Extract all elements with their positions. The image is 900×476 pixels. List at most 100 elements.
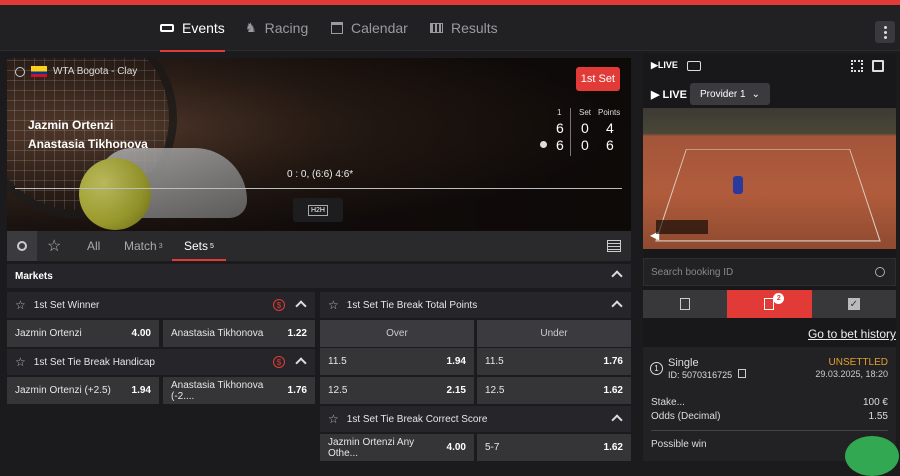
odds-set-winner-p2[interactable]: Anastasia Tikhonova 1.22: [163, 320, 315, 347]
col-over: Over: [320, 320, 474, 347]
p1-set1-score: 6: [556, 120, 564, 136]
market-tabs: ☆ All Match 3 Sets 5: [7, 231, 631, 261]
tab-all[interactable]: All: [87, 231, 100, 261]
divider: [651, 430, 888, 431]
stake-value: 100 €: [862, 397, 888, 408]
current-set-button[interactable]: 1st Set: [575, 67, 620, 91]
odds-under-11-5[interactable]: 11.5 1.76: [477, 348, 631, 375]
betslip-tabs: 2 ✓: [643, 290, 896, 318]
odds-tb-handicap-p2[interactable]: Anastasia Tikhonova (-2.... 1.76: [163, 377, 315, 404]
odds-under-12-5[interactable]: 12.5 1.62: [477, 377, 631, 404]
chat-button[interactable]: [845, 436, 899, 476]
serve-indicator-icon: [540, 141, 547, 148]
market-set-winner-header[interactable]: ☆ 1st Set Winner $: [7, 292, 315, 318]
odds-over-12-5[interactable]: 12.5 2.15: [320, 377, 474, 404]
market-tb-total-header[interactable]: ☆ 1st Set Tie Break Total Points: [320, 292, 631, 318]
tab-settled-bets[interactable]: ✓: [811, 290, 896, 318]
list-view-icon[interactable]: [607, 240, 621, 252]
nav-calendar[interactable]: Calendar: [331, 5, 408, 51]
markets-header[interactable]: Markets: [7, 264, 631, 288]
collapse-icon[interactable]: [611, 414, 623, 426]
col-under: Under: [477, 320, 631, 347]
nav-results[interactable]: Results: [430, 5, 498, 51]
top-nav: Events ♞ Racing Calendar Results: [0, 5, 900, 52]
star-icon[interactable]: ☆: [328, 412, 339, 426]
tab-sets[interactable]: Sets 5: [172, 231, 226, 261]
stream-toolbar: ▶LIVE: [643, 56, 896, 78]
p1-set-score: 0: [581, 120, 589, 136]
popout-icon[interactable]: [872, 60, 884, 72]
horse-icon: ♞: [245, 20, 257, 35]
collapse-icon[interactable]: [295, 357, 307, 369]
colombia-flag-icon: [31, 66, 47, 77]
tab-betslip[interactable]: [643, 290, 728, 318]
player2-name: Anastasia Tikhonova: [28, 137, 148, 151]
match-hero: WTA Bogota - Clay 1st Set Jazmin Ortenzi…: [7, 58, 631, 231]
possible-win-label: Possible win: [651, 439, 707, 450]
player-figure: [733, 176, 743, 194]
odds-tb-handicap-p1[interactable]: Jazmin Ortenzi (+2.5) 1.94: [7, 377, 159, 404]
player1-name: Jazmin Ortenzi: [28, 118, 114, 132]
more-menu-button[interactable]: [875, 21, 895, 43]
calendar-icon: [331, 22, 343, 34]
collapse-icon[interactable]: [611, 300, 623, 312]
search-button[interactable]: [7, 231, 37, 261]
scoreboard-icon[interactable]: [687, 61, 701, 71]
fullscreen-icon[interactable]: [851, 60, 863, 72]
search-icon: [875, 267, 885, 277]
odds-set-winner-p1[interactable]: Jazmin Ortenzi 4.00: [7, 320, 159, 347]
live-video[interactable]: ◀: [643, 108, 896, 249]
results-icon: [430, 23, 443, 33]
nav-racing[interactable]: ♞ Racing: [245, 5, 308, 51]
game-state: 0 : 0, (6:6) 4:6*: [287, 169, 354, 180]
odds-correct-5-7[interactable]: 5-7 1.62: [477, 434, 631, 461]
star-icon: ☆: [47, 238, 62, 255]
stake-label: Stake...: [651, 397, 685, 408]
star-icon[interactable]: ☆: [15, 298, 26, 312]
tab-open-bets[interactable]: 2: [727, 290, 812, 318]
bet-id: ID: 5070316725: [668, 369, 746, 380]
tournament-label[interactable]: WTA Bogota - Clay: [15, 66, 137, 77]
header-set1: 1: [557, 108, 562, 117]
collapse-icon: [611, 270, 623, 282]
p2-set1-score: 6: [556, 137, 564, 153]
odds-correct-any-other[interactable]: Jazmin Ortenzi Any Othe... 4.00: [320, 434, 474, 461]
tennis-icon: [15, 66, 25, 77]
h2h-button[interactable]: H2H: [293, 198, 343, 222]
open-bets-badge: 2: [773, 293, 785, 304]
tab-match[interactable]: Match 3: [124, 231, 163, 261]
chevron-down-icon: ⌄: [751, 88, 760, 100]
collapse-icon[interactable]: [295, 300, 307, 312]
favorites-tab[interactable]: ☆: [47, 231, 61, 261]
header-set: Set: [579, 108, 592, 117]
p2-set-score: 0: [581, 137, 589, 153]
live-icon[interactable]: ▶LIVE: [651, 60, 678, 71]
bet-status: UNSETTLED: [828, 357, 888, 368]
odds-over-11-5[interactable]: 11.5 1.94: [320, 348, 474, 375]
star-icon[interactable]: ☆: [328, 298, 339, 312]
list-icon: [680, 298, 691, 310]
live-badge: ▶ LIVE: [651, 89, 687, 101]
booking-search-input[interactable]: Search booking ID: [643, 258, 896, 286]
bet-type: Single: [668, 357, 699, 369]
bet-history-link[interactable]: Go to bet history: [808, 327, 896, 341]
cashout-icon: $: [273, 356, 285, 368]
star-icon[interactable]: ☆: [15, 355, 26, 369]
ticket-icon: [160, 24, 174, 32]
header-points: Points: [598, 108, 621, 117]
p2-points: 6: [606, 137, 614, 153]
odds-label: Odds (Decimal): [651, 411, 721, 422]
cashout-icon: $: [273, 299, 285, 311]
copy-icon[interactable]: [737, 369, 746, 378]
bet-date: 29.03.2025, 18:20: [815, 369, 888, 379]
market-tb-handicap-header[interactable]: ☆ 1st Set Tie Break Handicap $: [7, 349, 315, 375]
bet-count-icon: 1: [650, 362, 663, 375]
nav-events[interactable]: Events: [160, 5, 225, 52]
market-tb-correct-header[interactable]: ☆ 1st Set Tie Break Correct Score: [320, 406, 631, 432]
p1-points: 4: [606, 120, 614, 136]
stream-controls: ▶ LIVE Provider 1 ⌄: [643, 82, 896, 108]
check-icon: ✓: [847, 298, 860, 310]
odds-value: 1.55: [868, 411, 888, 422]
score-overlay: [656, 220, 708, 234]
provider-select[interactable]: Provider 1 ⌄: [690, 83, 770, 105]
